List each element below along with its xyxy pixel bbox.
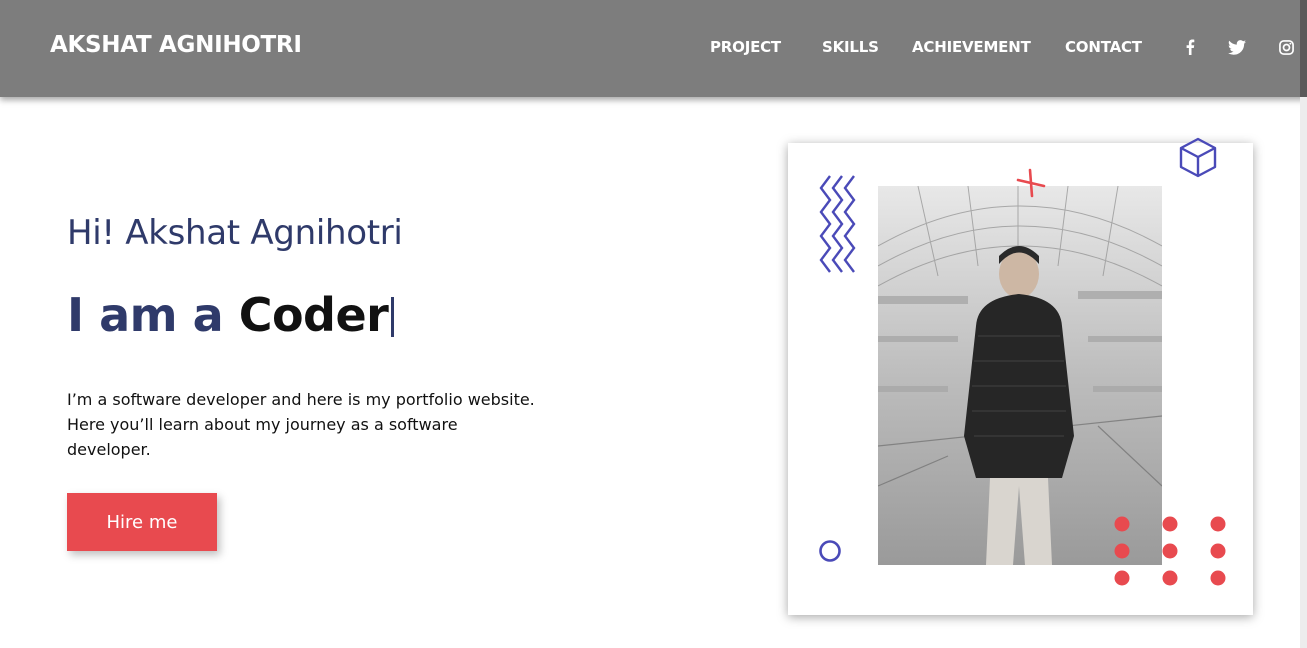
- nav-contact[interactable]: CONTACT: [1065, 38, 1142, 56]
- site-logo[interactable]: AKSHAT AGNIHOTRI: [50, 32, 302, 58]
- headline-prefix: I am a: [67, 288, 239, 342]
- twitter-icon[interactable]: [1227, 37, 1247, 57]
- intro-description: I’m a software developer and here is my …: [67, 390, 535, 459]
- headline: I am a Coder: [67, 288, 395, 342]
- nav-project[interactable]: PROJECT: [710, 38, 781, 56]
- headline-role: Coder: [238, 288, 389, 342]
- profile-photo: [878, 186, 1162, 565]
- typing-cursor: [391, 297, 395, 337]
- ring-icon: [819, 540, 841, 562]
- facebook-icon[interactable]: [1180, 37, 1200, 57]
- site-header: AKSHAT AGNIHOTRI PROJECT SKILLS ACHIEVEM…: [0, 0, 1307, 97]
- greeting-heading: Hi! Akshat Agnihotri: [67, 213, 403, 253]
- nav-achievement[interactable]: ACHIEVEMENT: [912, 38, 1031, 56]
- cross-mark-icon: [1016, 168, 1046, 198]
- hire-me-button[interactable]: Hire me: [67, 493, 217, 551]
- dot-grid-icon: [1114, 516, 1226, 586]
- scrollbar-thumb[interactable]: [1300, 0, 1307, 97]
- nav-skills[interactable]: SKILLS: [822, 38, 879, 56]
- instagram-icon[interactable]: [1276, 37, 1296, 57]
- cube-outline-icon: [1179, 137, 1217, 178]
- zigzag-lines-icon: [819, 175, 856, 273]
- scrollbar-track[interactable]: [1300, 0, 1307, 648]
